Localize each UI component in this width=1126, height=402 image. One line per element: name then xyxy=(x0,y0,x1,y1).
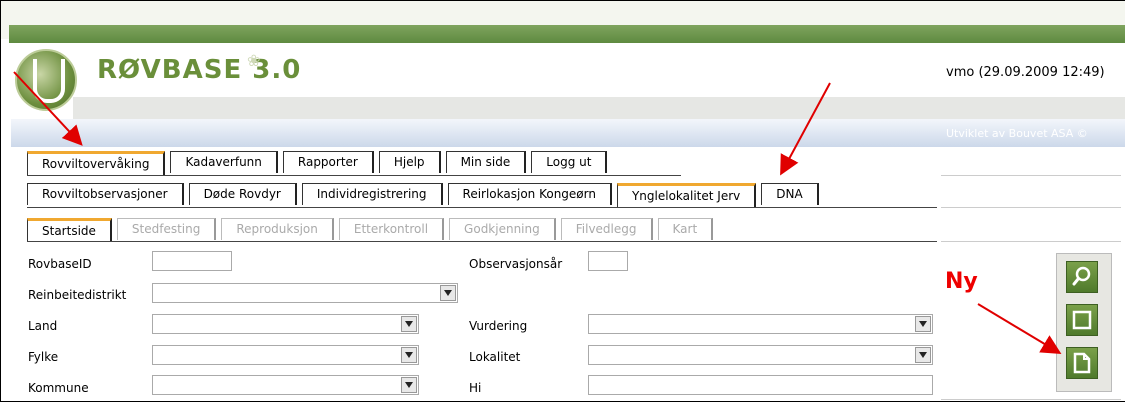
action-panel xyxy=(1056,253,1112,392)
tab-hjelp[interactable]: Hjelp xyxy=(378,151,441,173)
tab-ynglelokalitet-jerv[interactable]: Ynglelokalitet Jerv xyxy=(616,183,757,207)
header-band xyxy=(73,97,1125,119)
kommune-label: Kommune xyxy=(28,381,89,395)
tab-godkjenning[interactable]: Godkjenning xyxy=(449,218,556,240)
main-tab-line xyxy=(27,175,681,176)
divider xyxy=(941,175,1121,176)
main-tab-bar: Rovviltovervåking Kadaverfunn Rapporter … xyxy=(27,151,612,175)
tab-rovviltobservasjoner[interactable]: Rovviltobservasjoner xyxy=(27,183,184,205)
tab-reproduksjon[interactable]: Reproduksjon xyxy=(221,218,334,240)
new-button[interactable] xyxy=(1066,347,1098,379)
divider xyxy=(941,399,1121,400)
tab-filvedlegg[interactable]: Filvedlegg xyxy=(560,218,653,240)
sub-tab-line xyxy=(27,207,937,208)
rovbaseid-label: RovbaseID xyxy=(28,257,92,271)
fylke-label: Fylke xyxy=(28,350,59,364)
chevron-down-icon[interactable] xyxy=(440,285,456,301)
kommune-select[interactable] xyxy=(152,375,419,395)
brand-title: RØVBASE 3.0 xyxy=(97,55,302,85)
divider xyxy=(941,241,1121,242)
sub-tab-bar: Rovviltobservasjoner Døde Rovdyr Individ… xyxy=(27,183,824,207)
hi-input[interactable] xyxy=(588,375,933,395)
tab-dode-rovdyr[interactable]: Døde Rovdyr xyxy=(188,183,297,205)
tab-min-side[interactable]: Min side xyxy=(445,151,527,173)
chevron-down-icon[interactable] xyxy=(915,316,931,332)
vurdering-select[interactable] xyxy=(588,314,933,334)
observasjonsar-input[interactable] xyxy=(588,251,628,271)
chevron-down-icon[interactable] xyxy=(915,347,931,363)
tab-rapporter[interactable]: Rapporter xyxy=(282,151,374,173)
tab-kart[interactable]: Kart xyxy=(657,218,714,240)
land-select[interactable] xyxy=(152,314,419,334)
divider xyxy=(941,207,1121,208)
logo-icon xyxy=(15,49,77,111)
reinbeitedistrikt-select[interactable] xyxy=(152,283,458,303)
tab-stedfesting[interactable]: Stedfesting xyxy=(116,218,217,240)
tab-rovviltovervaking[interactable]: Rovviltovervåking xyxy=(27,151,166,175)
vurdering-label: Vurdering xyxy=(469,319,528,333)
new-document-icon xyxy=(1073,352,1091,374)
search-button[interactable] xyxy=(1066,261,1098,293)
tab-logg-ut[interactable]: Logg ut xyxy=(531,151,608,173)
search-icon xyxy=(1072,266,1091,286)
square-icon xyxy=(1072,310,1092,330)
clear-button[interactable] xyxy=(1066,304,1098,336)
tab-dna[interactable]: DNA xyxy=(761,183,819,205)
chevron-down-icon[interactable] xyxy=(401,316,417,332)
step-tab-bar: Startside Stedfesting Reproduksjon Etter… xyxy=(27,218,718,242)
tab-etterkontroll[interactable]: Etterkontroll xyxy=(338,218,445,240)
fylke-select[interactable] xyxy=(152,345,419,365)
paw-icon: ❀ xyxy=(247,51,261,70)
chevron-down-icon[interactable] xyxy=(401,377,417,393)
rovbaseid-input[interactable] xyxy=(152,251,232,271)
user-info: vmo (29.09.2009 12:49) xyxy=(946,65,1105,80)
step-tab-line xyxy=(27,241,937,242)
lokalitet-label: Lokalitet xyxy=(469,350,521,364)
tab-startside[interactable]: Startside xyxy=(27,218,112,242)
tab-reirlokasjon-kongeorn[interactable]: Reirlokasjon Kongeørn xyxy=(447,183,612,205)
credit-text: Utviklet av Bouvet ASA © xyxy=(946,127,1088,140)
lokalitet-select[interactable] xyxy=(588,345,933,365)
tab-kadaverfunn[interactable]: Kadaverfunn xyxy=(170,151,278,173)
header-green-bar xyxy=(9,25,1125,43)
app-frame: RØVBASE 3.0 ❀ vmo (29.09.2009 12:49) Utv… xyxy=(0,0,1125,402)
observasjonsar-label: Observasjonsår xyxy=(469,257,563,271)
chevron-down-icon[interactable] xyxy=(401,347,417,363)
reinbeitedistrikt-label: Reinbeitedistrikt xyxy=(28,288,127,302)
land-label: Land xyxy=(28,319,58,333)
hi-label: Hi xyxy=(469,381,482,395)
ny-annotation: Ny xyxy=(945,269,978,294)
tab-individregistrering[interactable]: Individregistrering xyxy=(301,183,443,205)
